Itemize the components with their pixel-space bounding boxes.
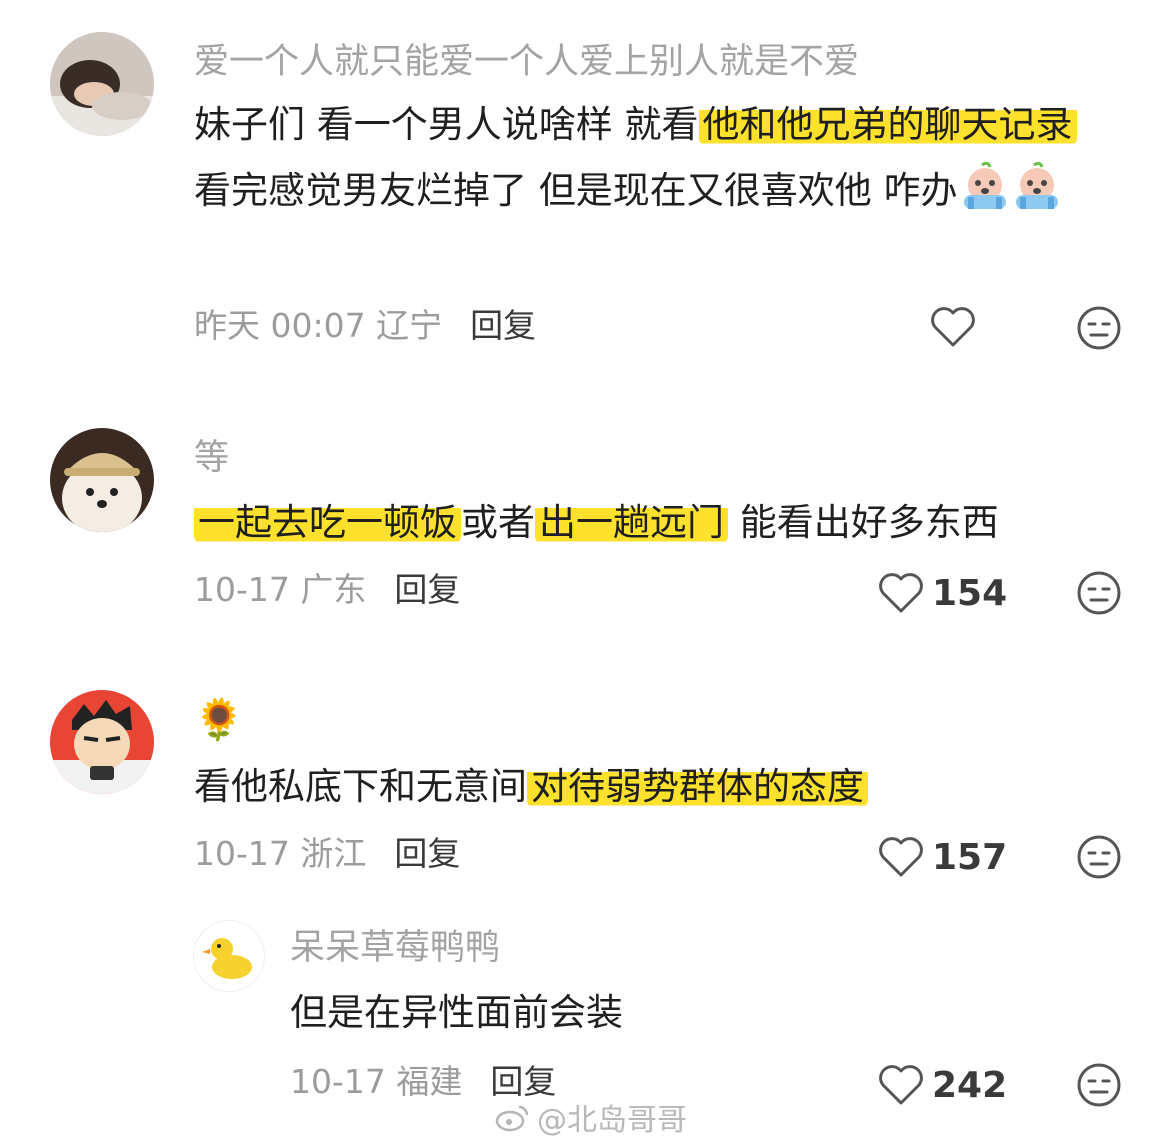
- comment-text-part: 看他私底下和无意间: [194, 765, 527, 808]
- heart-icon: [931, 307, 975, 347]
- crying-face-emoji-icon: [960, 161, 1010, 211]
- like-count: 154: [932, 572, 1008, 614]
- puppy-hat-avatar-icon: [50, 428, 154, 532]
- crying-face-emoji-icon: [1012, 161, 1062, 211]
- avatar[interactable]: [50, 690, 154, 794]
- commenter-name[interactable]: 呆呆草莓鸭鸭: [290, 924, 500, 972]
- time-location: 10-17 广东: [194, 570, 367, 609]
- dislike-face-icon: [1077, 571, 1121, 615]
- like-button[interactable]: [930, 302, 984, 352]
- sleeping-person-avatar-icon: [50, 32, 154, 136]
- heart-icon: [879, 573, 923, 613]
- comment-meta: 10-17 浙江 回复: [194, 832, 460, 876]
- like-button[interactable]: 242: [878, 1060, 1007, 1110]
- reply-button[interactable]: 回复: [470, 306, 536, 345]
- comment-text: 看他私底下和无意间 对待弱势群体的态度: [194, 754, 1114, 820]
- time-location: 10-17 福建: [290, 1062, 463, 1101]
- heart-icon: [879, 837, 923, 877]
- duck-avatar-icon: [194, 921, 264, 991]
- commenter-name[interactable]: 🌻: [194, 696, 244, 744]
- dislike-button[interactable]: [1076, 570, 1122, 616]
- avatar[interactable]: [50, 428, 154, 532]
- comment-meta: 10-17 广东 回复: [194, 568, 460, 612]
- comment-text-highlight: 出一趟远门: [535, 501, 728, 544]
- comment-text-highlight: 对待弱势群体的态度: [527, 765, 868, 808]
- avatar[interactable]: [193, 920, 265, 992]
- dislike-button[interactable]: [1076, 305, 1122, 351]
- like-count: 157: [932, 836, 1008, 878]
- comment-text-part: 或者: [461, 501, 535, 544]
- like-count: 242: [932, 1064, 1008, 1106]
- comment-text: 一起去吃一顿饭 或者 出一趟远门 能看出好多东西: [194, 490, 1114, 556]
- comment-text-part: 能看出好多东西: [728, 501, 999, 544]
- comment-text-part: 但是在异性面前会装: [290, 991, 623, 1034]
- weibo-icon: [495, 1105, 529, 1132]
- commenter-name[interactable]: 等: [194, 434, 229, 482]
- comment-text-highlight: 一起去吃一顿饭: [194, 501, 461, 544]
- dislike-button[interactable]: [1076, 834, 1122, 880]
- watermark: @北岛哥哥: [495, 1095, 687, 1139]
- dislike-button[interactable]: [1076, 1062, 1122, 1108]
- time-location: 昨天 00:07 辽宁: [194, 306, 443, 345]
- avatar[interactable]: [50, 32, 154, 136]
- comment-text-part: 看完感觉男友烂掉了 但是现在又很喜欢他 咋办: [194, 169, 958, 212]
- watermark-text: @北岛哥哥: [537, 1103, 687, 1138]
- dislike-face-icon: [1077, 835, 1121, 879]
- dislike-face-icon: [1077, 1063, 1121, 1107]
- comment-text-highlight: 他和他兄弟的聊天记录: [698, 103, 1077, 146]
- commenter-name[interactable]: 爱一个人就只能爱一个人爱上别人就是不爱: [194, 38, 859, 86]
- time-location: 10-17 浙江: [194, 834, 367, 873]
- reply-button[interactable]: 回复: [394, 834, 460, 873]
- dislike-face-icon: [1077, 306, 1121, 350]
- comment-text-part: 妹子们 看一个男人说啥样 就看: [194, 103, 699, 146]
- reply-button[interactable]: 回复: [394, 570, 460, 609]
- heart-icon: [879, 1065, 923, 1105]
- cartoon-man-avatar-icon: [50, 690, 154, 794]
- comment-meta: 昨天 00:07 辽宁 回复: [194, 304, 536, 348]
- like-button[interactable]: 157: [878, 832, 1007, 882]
- comment-text: 妹子们 看一个男人说啥样 就看 他和他兄弟的聊天记录 看完感觉男友烂掉了 但是现在…: [194, 92, 1114, 224]
- comment-text: 但是在异性面前会装: [290, 980, 1110, 1046]
- like-button[interactable]: 154: [878, 568, 1007, 618]
